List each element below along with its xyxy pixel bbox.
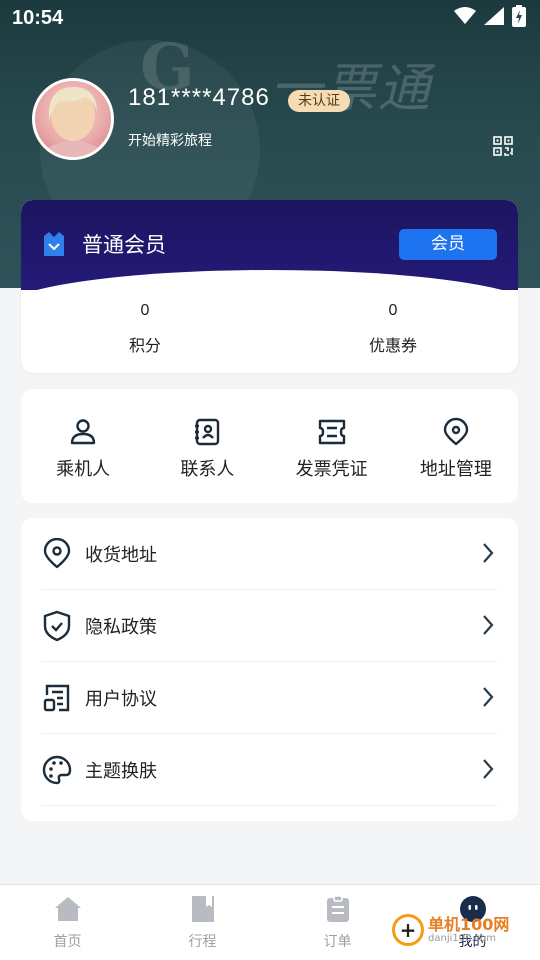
member-card-header: 普通会员 会员 [21,200,518,310]
quick-action-label: 联系人 [180,459,235,480]
quick-action-passengers[interactable]: 乘机人 [21,389,145,503]
watermark-text: 单机100网 [428,914,510,934]
watermark-logo-icon: + [392,914,424,946]
chevron-right-icon [482,614,494,640]
location-pin-icon [41,537,73,570]
status-time: 10:54 [12,6,64,29]
menu-item-privacy-policy[interactable]: 隐私政策 [41,590,498,662]
home-icon [53,895,83,927]
chevron-right-icon [482,758,494,784]
tab-label: 行程 [188,934,217,950]
verify-status-badge[interactable]: 未认证 [288,90,350,112]
battery-icon [512,5,526,31]
tab-label: 首页 [53,934,82,950]
menu-item-shipping-address[interactable]: 收货地址 [41,518,498,590]
avatar[interactable] [32,78,114,160]
coupons-label: 优惠券 [368,336,417,355]
contacts-book-icon [192,417,222,451]
points-value: 0 [140,302,150,319]
quick-action-invoices[interactable]: 发票凭证 [270,389,394,503]
palette-icon [41,754,73,786]
quick-action-address-management[interactable]: 地址管理 [394,389,518,503]
bookmark-icon [188,895,218,927]
points-stat[interactable]: 0 积分 [21,302,269,356]
shield-check-icon [41,610,73,642]
location-pin-icon [441,417,471,451]
tab-orders[interactable]: 订单 [270,885,405,960]
tab-trips[interactable]: 行程 [135,885,270,960]
quick-actions-panel: 乘机人 联系人 发票凭证 地址管理 [21,389,518,503]
points-label: 积分 [128,336,161,355]
signal-icon [484,7,504,29]
tab-label: 订单 [323,934,352,950]
clipboard-icon [323,895,353,927]
ticket-icon [316,417,348,451]
quick-action-label: 发票凭证 [295,459,368,480]
menu-item-label: 隐私政策 [85,616,157,638]
menu-item-user-agreement[interactable]: 用户协议 [41,662,498,734]
tab-home[interactable]: 首页 [0,885,135,960]
vip-shield-icon [41,230,67,262]
user-phone: 181****4786 [128,84,270,111]
user-icon [68,417,98,451]
watermark-subtext: danji100.com [428,932,496,944]
member-card: 普通会员 会员 0 积分 0 优惠券 [21,200,518,373]
profile-subtitle: 开始精彩旅程 [128,133,212,149]
chevron-right-icon [482,686,494,712]
document-icon [41,682,73,714]
status-bar: 10:54 [0,0,540,36]
chevron-right-icon [482,542,494,568]
menu-item-theme-skin[interactable]: 主题换肤 [41,734,498,806]
qr-code-icon[interactable] [493,136,513,160]
member-level-title: 普通会员 [82,233,166,257]
site-watermark: + 单机100网 danji100.com [392,914,509,946]
menu-item-label: 用户协议 [85,688,157,710]
coupons-stat[interactable]: 0 优惠券 [269,302,517,356]
quick-action-contacts[interactable]: 联系人 [145,389,269,503]
quick-action-label: 地址管理 [419,459,492,480]
coupons-value: 0 [388,302,398,319]
menu-item-label: 收货地址 [85,544,157,566]
member-button[interactable]: 会员 [399,229,497,260]
quick-action-label: 乘机人 [56,459,111,480]
wifi-icon [454,7,476,29]
menu-item-label: 主题换肤 [85,760,157,782]
settings-menu: 收货地址 隐私政策 用户协议 主题换肤 [21,518,518,821]
